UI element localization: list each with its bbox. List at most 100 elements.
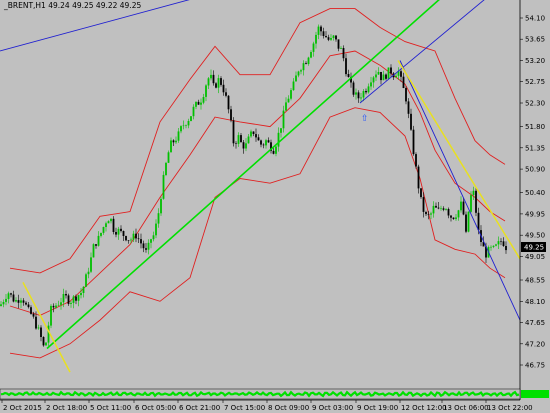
candle-body [132, 233, 135, 240]
candle-body [242, 142, 245, 149]
candle-body [190, 116, 192, 121]
candle-body [427, 214, 430, 215]
candle-body [2, 302, 5, 305]
candle-body [267, 140, 270, 143]
candle-body [112, 218, 115, 232]
candle-body [142, 243, 145, 249]
candle-body [125, 236, 127, 241]
candle-body [455, 217, 457, 220]
candle-body [170, 140, 172, 153]
candle-body [407, 101, 410, 114]
candle-body [280, 128, 282, 133]
candle-body [92, 244, 95, 258]
candle-body [110, 218, 112, 222]
candle-body [492, 245, 495, 247]
candle-body [15, 300, 17, 302]
candle-body [457, 210, 460, 218]
candle-body [382, 74, 385, 81]
candle-body [232, 120, 235, 144]
candle-body [315, 34, 317, 44]
time-tick-label: 6 Oct 21:00 [179, 404, 220, 412]
candle-body [222, 84, 225, 93]
candle-body [342, 48, 345, 59]
candle-body [237, 135, 240, 144]
candle-body [287, 98, 290, 103]
price-tick-label: 53.65 [525, 36, 545, 44]
candle-body [162, 174, 165, 199]
candle-body [377, 72, 380, 75]
candle-body [405, 88, 407, 102]
candle-body [277, 132, 280, 147]
candle-body [415, 154, 417, 167]
price-tick-label: 53.20 [525, 57, 545, 65]
candle-body [27, 304, 30, 308]
candle-body [117, 228, 120, 235]
arrow-up-icon: ⇧ [361, 114, 369, 124]
current-price-label: 49.25 [524, 244, 544, 252]
candle-body [160, 198, 162, 214]
candle-body [412, 129, 415, 155]
price-tick-label: 54.10 [525, 15, 545, 23]
candle-body [77, 295, 80, 301]
candle-body [257, 137, 260, 141]
candle-body [365, 91, 367, 93]
candle-body [467, 211, 470, 232]
candle-body [245, 143, 247, 149]
arrow-marker-group: ⇧ [361, 114, 369, 124]
candle-body [347, 74, 350, 77]
price-chart[interactable]: ⇧ _BRENT,H1 49.24 49.25 49.22 49.25 54.1… [0, 0, 550, 413]
candle-body [462, 201, 465, 215]
candle-body [460, 201, 462, 211]
candle-body [52, 305, 55, 308]
candle-body [217, 78, 220, 88]
candle-body [307, 57, 310, 64]
candle-body [82, 286, 85, 293]
candle-body [445, 209, 447, 210]
candle-body [250, 131, 252, 137]
candle-body [362, 91, 365, 98]
candle-body [40, 327, 42, 337]
candle-body [5, 298, 7, 302]
time-tick-label: 8 Oct 09:00 [268, 404, 309, 412]
candle-body [35, 316, 37, 329]
price-tick-label: 48.10 [525, 298, 545, 306]
candle-body [385, 74, 387, 79]
candle-body [395, 75, 397, 78]
candle-body [420, 188, 422, 198]
price-tick-label: 47.20 [525, 340, 545, 348]
candle-body [325, 36, 327, 38]
candle-body [340, 48, 342, 49]
candle-body [57, 304, 60, 306]
candle-body [140, 239, 142, 244]
candle-body [435, 205, 437, 208]
candle-body [137, 238, 140, 240]
candle-body [80, 293, 82, 296]
time-tick-label: 9 Oct 19:00 [357, 404, 398, 412]
candle-body [225, 92, 227, 96]
candle-body [310, 52, 312, 58]
candle-body [172, 140, 175, 143]
candle-body [165, 162, 167, 175]
candle-body [260, 140, 262, 145]
candle-body [55, 305, 57, 308]
candle-body [202, 97, 205, 103]
time-tick-label: 2 Oct 2015 [3, 404, 42, 412]
indicator-panel [0, 388, 549, 400]
candle-body [265, 140, 267, 146]
candle-body [230, 109, 232, 121]
trading-terminal: ⇧ _BRENT,H1 49.24 49.25 49.22 49.25 54.1… [0, 0, 550, 413]
candle-body [65, 294, 67, 296]
candle-body [25, 302, 27, 305]
candle-body [380, 72, 382, 81]
candle-body [177, 131, 180, 141]
candle-body [355, 92, 357, 95]
candle-body [87, 271, 90, 275]
candle-body [262, 144, 265, 146]
candle-body [60, 302, 62, 305]
candle-body [475, 190, 477, 213]
candle-body [495, 244, 497, 246]
price-tick-label: 49.95 [525, 210, 545, 218]
candle-body [470, 195, 472, 212]
candle-body [195, 101, 197, 107]
candle-body [207, 78, 210, 86]
